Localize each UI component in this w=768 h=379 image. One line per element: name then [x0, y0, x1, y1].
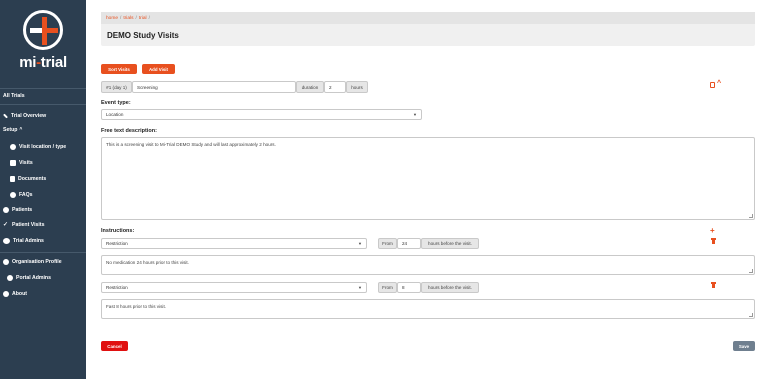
sidebar-item-patient-visits[interactable]: ✓ Patient Visits — [0, 219, 86, 231]
calendar-icon — [10, 160, 16, 166]
delete-instruction-icon[interactable] — [711, 282, 716, 288]
sidebar-item-organisation-profile[interactable]: Organisation Profile — [0, 256, 86, 268]
delete-instruction-icon[interactable] — [711, 238, 716, 244]
instruction-type-value: Restriction — [106, 241, 128, 246]
save-button[interactable]: Save — [733, 341, 755, 351]
sidebar-item-visit-location[interactable]: Visit location / type — [0, 141, 86, 153]
dropdown-caret-icon: ▼ — [358, 241, 362, 246]
divider — [0, 104, 86, 105]
logo: mi-trial — [0, 0, 86, 82]
description-label: Free text description: — [101, 128, 157, 134]
sidebar-item-label: Patients — [12, 207, 33, 213]
users-icon — [3, 238, 10, 244]
sidebar-item-label: All Trials — [3, 93, 25, 99]
resize-handle-icon[interactable] — [749, 313, 753, 317]
sidebar-item-documents[interactable]: Documents — [0, 173, 86, 185]
resize-handle-icon[interactable] — [749, 214, 753, 218]
instruction-type-select[interactable]: Restriction ▼ — [101, 282, 367, 293]
sidebar-item-setup[interactable]: Setup ^ — [0, 124, 86, 136]
sidebar-item-portal-admins[interactable]: Portal Admins — [0, 272, 86, 284]
resize-handle-icon[interactable] — [749, 269, 753, 273]
page-title: DEMO Study Visits — [107, 31, 179, 40]
add-instruction-icon[interactable]: + — [710, 227, 715, 235]
hours-before-label: hours before the visit. — [421, 238, 479, 249]
chevron-up-icon: ^ — [19, 127, 23, 133]
users-icon — [7, 275, 13, 281]
sidebar-item-label: Visits — [19, 160, 33, 166]
event-type-select[interactable]: Location ▼ — [101, 109, 422, 120]
cancel-button[interactable]: Cancel — [101, 341, 128, 351]
sidebar-item-visits[interactable]: Visits — [0, 157, 86, 169]
divider — [0, 88, 86, 89]
info-icon — [3, 291, 9, 297]
hours-before-input[interactable]: 8 — [397, 282, 421, 293]
sidebar-item-label: FAQs — [19, 192, 33, 198]
user-icon — [3, 207, 9, 213]
duration-label: duration — [296, 81, 324, 93]
breadcrumb: home / trials / trial / — [101, 12, 755, 24]
logo-text-trial: trial — [40, 54, 67, 71]
event-type-value: Location — [106, 112, 124, 117]
visit-name-input[interactable]: Screening — [132, 81, 296, 93]
sidebar-item-label: Portal Admins — [16, 275, 51, 281]
question-icon — [10, 192, 16, 198]
document-icon — [10, 176, 15, 182]
pencil-icon — [3, 113, 8, 119]
dropdown-caret-icon: ▼ — [413, 112, 417, 117]
sidebar-item-label: Documents — [18, 176, 47, 182]
sidebar-item-label: About — [12, 291, 27, 297]
chevron-up-icon[interactable]: ^ — [717, 80, 721, 87]
sidebar-item-about[interactable]: About — [0, 288, 86, 300]
logo-text-mi: mi — [19, 54, 37, 71]
dropdown-caret-icon: ▼ — [358, 285, 362, 290]
instruction-text: No medication 24 hours prior to this vis… — [106, 260, 189, 265]
sidebar-item-label: Visit location / type — [19, 144, 67, 150]
hours-before-label: hours before the visit. — [421, 282, 479, 293]
sidebar-item-trial-overview[interactable]: Trial Overview — [0, 110, 86, 122]
breadcrumb-separator: / — [135, 15, 137, 21]
sidebar-item-label: Setup — [3, 127, 18, 133]
breadcrumb-trials[interactable]: trials — [123, 16, 133, 21]
sort-visits-button[interactable]: Sort Visits — [101, 64, 137, 74]
instruction-textarea[interactable]: No medication 24 hours prior to this vis… — [101, 255, 755, 275]
header-panel: home / trials / trial / DEMO Study Visit… — [101, 12, 755, 46]
logo-cross-icon — [23, 10, 63, 50]
breadcrumb-trial[interactable]: trial — [139, 16, 147, 21]
instruction-text: Fast 8 hours prior to this visit. — [106, 304, 166, 309]
sidebar-item-trial-admins[interactable]: Trial Admins — [0, 235, 86, 247]
hours-label: hours — [346, 81, 368, 93]
sidebar: mi-trial All Trials Trial Overview Setup… — [0, 0, 86, 379]
breadcrumb-separator: / — [120, 15, 122, 21]
instructions-label: Instructions: — [101, 228, 135, 234]
copy-icon[interactable] — [710, 82, 715, 88]
description-textarea[interactable]: This is a screening visit to Mi-Trial DE… — [101, 137, 755, 220]
event-type-label: Event type: — [101, 100, 131, 106]
instruction-type-value: Restriction — [106, 285, 128, 290]
gear-icon — [3, 259, 9, 265]
sidebar-item-label: Trial Overview — [11, 113, 47, 119]
instruction-type-select[interactable]: Restriction ▼ — [101, 238, 367, 249]
add-visit-button[interactable]: Add Visit — [142, 64, 175, 74]
sidebar-item-patients[interactable]: Patients — [0, 204, 86, 216]
check-icon: ✓ — [3, 222, 9, 228]
breadcrumb-home[interactable]: home — [106, 16, 118, 21]
instruction-textarea[interactable]: Fast 8 hours prior to this visit. — [101, 299, 755, 319]
divider — [0, 252, 86, 253]
sidebar-item-label: Patient Visits — [12, 222, 45, 228]
location-pin-icon — [10, 144, 16, 150]
visit-number: #1 (day 1) — [101, 81, 132, 93]
sidebar-item-faqs[interactable]: FAQs — [0, 189, 86, 201]
description-text: This is a screening visit to Mi-Trial DE… — [106, 142, 276, 147]
sidebar-item-label: Trial Admins — [13, 238, 44, 244]
breadcrumb-separator: / — [148, 15, 150, 21]
from-label: From — [378, 238, 397, 249]
hours-before-input[interactable]: 24 — [397, 238, 421, 249]
sidebar-item-label: Organisation Profile — [12, 259, 62, 265]
from-label: From — [378, 282, 397, 293]
sidebar-item-all-trials[interactable]: All Trials — [0, 90, 86, 102]
logo-text: mi-trial — [19, 54, 67, 71]
duration-input[interactable]: 2 — [324, 81, 346, 93]
